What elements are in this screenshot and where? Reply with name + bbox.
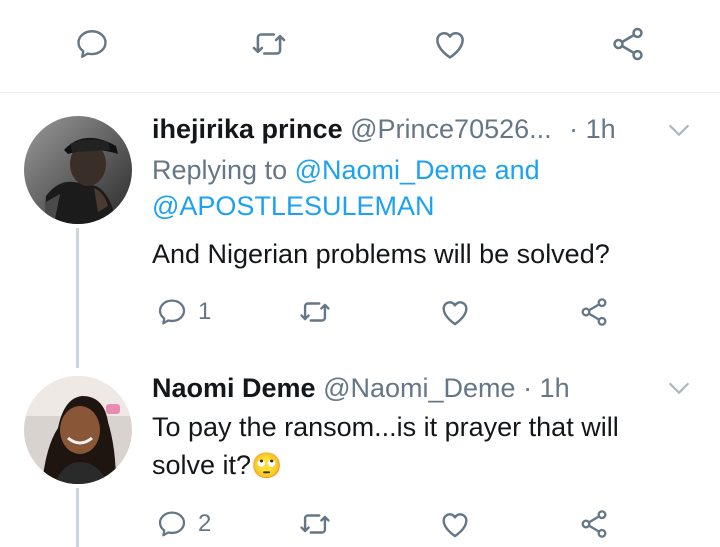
divider <box>0 92 720 93</box>
avatar[interactable] <box>24 116 132 224</box>
reply-count: 2 <box>198 510 212 537</box>
retweet-icon <box>252 33 286 55</box>
like-icon <box>436 32 464 59</box>
tweet-action-bar: 2 <box>150 504 670 544</box>
reply-icon <box>158 299 186 325</box>
display-name[interactable]: ihejirika prince <box>152 114 343 144</box>
user-handle[interactable]: @Naomi_Deme <box>323 373 515 403</box>
retweet-button[interactable] <box>298 292 332 332</box>
tweet-header: ihejirika prince @Prince70526... · 1h <box>152 112 616 146</box>
tweet-text: And Nigerian problems will be solved? <box>152 239 610 269</box>
share-button[interactable] <box>606 22 650 66</box>
tweet-text-line: To pay the ransom...is it prayer that wi… <box>152 412 619 442</box>
like-icon <box>442 513 468 538</box>
retweet-icon <box>300 302 330 322</box>
face-with-rolling-eyes-emoji: 🙄 <box>251 452 283 480</box>
reply-button[interactable] <box>70 22 114 66</box>
like-button[interactable] <box>438 292 472 332</box>
main-tweet-action-bar <box>0 0 720 92</box>
replying-and[interactable]: and <box>495 155 540 185</box>
share-icon <box>581 510 607 538</box>
tweet-header: Naomi Deme @Naomi_Deme · 1h <box>152 371 570 405</box>
chevron-down-icon[interactable] <box>664 374 694 404</box>
retweet-button[interactable] <box>247 22 291 66</box>
reply-icon <box>158 511 186 537</box>
like-icon <box>442 301 468 326</box>
replying-to-label: Replying to <box>152 155 288 185</box>
mention-link[interactable]: @Naomi_Deme <box>295 155 487 185</box>
user-handle[interactable]: @Prince70526... <box>350 114 552 144</box>
share-button[interactable] <box>578 292 610 332</box>
reply-count: 1 <box>198 298 212 325</box>
timestamp[interactable]: · 1h <box>569 114 616 144</box>
thread-line <box>76 228 79 368</box>
reply-button[interactable]: 2 <box>156 504 211 544</box>
share-button[interactable] <box>578 504 610 544</box>
mention-link[interactable]: @APOSTLESULEMAN <box>152 191 435 221</box>
reply-button[interactable]: 1 <box>156 292 211 332</box>
retweet-icon <box>300 514 330 534</box>
chevron-down-icon[interactable] <box>664 116 694 146</box>
retweet-button[interactable] <box>298 504 332 544</box>
share-icon <box>613 27 643 61</box>
avatar[interactable] <box>24 376 132 484</box>
replying-to: Replying to @Naomi_Deme and @APOSTLESULE… <box>152 152 540 224</box>
thread-line <box>76 488 79 547</box>
timestamp[interactable]: · 1h <box>523 373 570 403</box>
tweet-text-line: solve it? <box>152 450 252 480</box>
like-button[interactable] <box>428 22 472 66</box>
tweet-text: To pay the ransom...is it prayer that wi… <box>152 408 619 485</box>
like-button[interactable] <box>438 504 472 544</box>
display-name[interactable]: Naomi Deme <box>152 373 316 403</box>
share-icon <box>581 298 607 326</box>
tweet-action-bar: 1 <box>150 292 670 332</box>
reply-icon <box>77 30 107 58</box>
